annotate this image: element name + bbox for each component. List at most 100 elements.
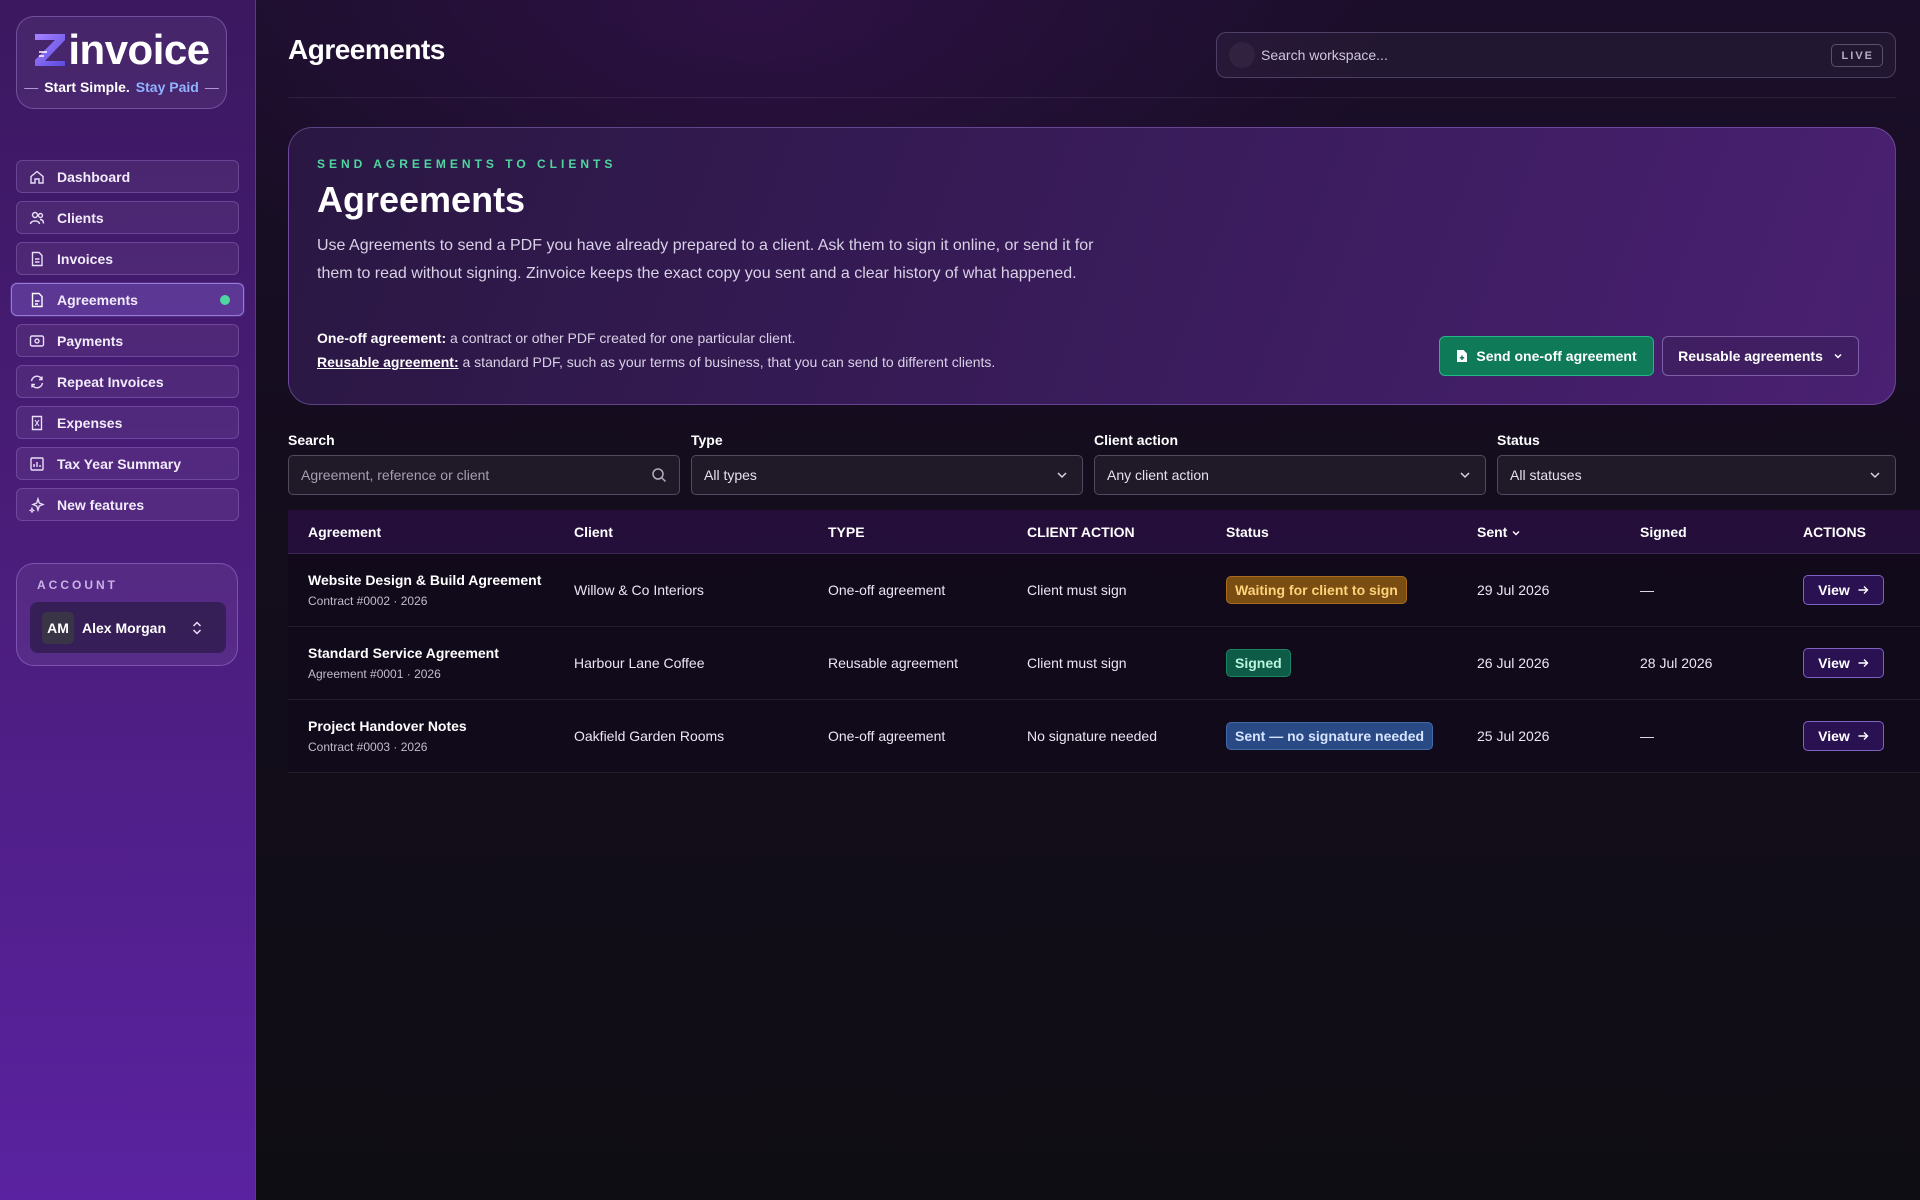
type-select[interactable]: All types: [691, 455, 1083, 495]
brand-card[interactable]: invoice — Start Simple. Stay Paid —: [16, 16, 227, 109]
sidebar-item-tax-year-summary[interactable]: Tax Year Summary: [16, 447, 239, 480]
home-icon: [30, 170, 44, 184]
status-badge: Sent — no signature needed: [1226, 722, 1434, 750]
status-cell: Waiting for client to sign: [1226, 576, 1477, 604]
sent-cell: 29 Jul 2026: [1477, 582, 1550, 598]
sidebar-item-dashboard[interactable]: Dashboard: [16, 160, 239, 193]
signed-cell: 28 Jul 2026: [1640, 655, 1713, 671]
chevron-down-icon: [1057, 472, 1067, 479]
agreement-cell: Project Handover Notes Contract #0003 · …: [308, 718, 467, 754]
document-icon: [31, 292, 43, 307]
active-indicator-dot: [220, 294, 230, 305]
sidebar-item-expenses[interactable]: Expenses: [16, 406, 239, 439]
filter-type: Type All types: [691, 432, 1083, 495]
receipt-icon: [31, 415, 43, 430]
arrow-right-icon: [1858, 586, 1869, 594]
live-badge: LIVE: [1830, 43, 1883, 67]
sidebar-item-payments[interactable]: Payments: [16, 324, 239, 357]
account-panel: ACCOUNT AM Alex Morgan: [16, 563, 238, 666]
status-badge: Waiting for client to sign: [1226, 576, 1407, 604]
brand-tagline: — Start Simple. Stay Paid —: [24, 79, 219, 95]
brand-logo: invoice: [17, 27, 226, 73]
sidebar-item-repeat-invoices[interactable]: Repeat Invoices: [16, 365, 239, 398]
wallet-icon: [29, 334, 45, 347]
chevron-down-icon: [1870, 472, 1880, 479]
client-action-select[interactable]: Any client action: [1094, 455, 1486, 495]
users-icon: [29, 211, 45, 224]
table-row[interactable]: Project Handover Notes Contract #0003 · …: [288, 700, 1920, 773]
col-sent[interactable]: Sent: [1477, 524, 1640, 540]
chevron-down-icon: [1834, 353, 1842, 359]
client-action-cell: No signature needed: [1027, 728, 1157, 744]
agreements-intro-card: SEND AGREEMENTS TO CLIENTS Agreements Us…: [288, 127, 1896, 405]
table-row[interactable]: Standard Service Agreement Agreement #00…: [288, 627, 1920, 700]
file-icon: [31, 251, 43, 266]
view-button[interactable]: View: [1803, 721, 1884, 751]
filter-status: Status All statuses: [1497, 432, 1896, 495]
filter-client-action: Client action Any client action: [1094, 432, 1486, 495]
col-status[interactable]: Status: [1226, 524, 1477, 540]
view-button[interactable]: View: [1803, 575, 1884, 605]
client-cell: Oakfield Garden Rooms: [574, 728, 725, 744]
sidebar-item-clients[interactable]: Clients: [16, 201, 239, 234]
agreement-search-field[interactable]: [288, 455, 680, 495]
sidebar-item-new-features[interactable]: New features: [16, 488, 239, 521]
col-client-action[interactable]: CLIENT ACTION: [1027, 524, 1226, 540]
client-action-cell: Client must sign: [1027, 582, 1127, 598]
send-one-off-agreement-button[interactable]: Send one-off agreement: [1439, 336, 1654, 376]
hero-title: Agreements: [317, 179, 526, 220]
filter-search: Search: [288, 432, 680, 495]
col-agreement[interactable]: Agreement: [288, 524, 574, 540]
chevron-up-down-icon: [192, 620, 202, 635]
brand-name: invoice: [68, 26, 210, 73]
sent-cell: 25 Jul 2026: [1477, 728, 1550, 744]
col-signed[interactable]: Signed: [1640, 524, 1803, 540]
client-action-cell: Client must sign: [1027, 655, 1127, 671]
workspace-search[interactable]: LIVE: [1216, 32, 1896, 78]
arrow-right-icon: [1858, 659, 1869, 667]
avatar: AM: [42, 611, 74, 644]
account-switcher[interactable]: AM Alex Morgan: [30, 602, 226, 653]
status-cell: Sent — no signature needed: [1226, 722, 1477, 750]
status-badge: Signed: [1226, 649, 1291, 677]
client-cell: Harbour Lane Coffee: [574, 655, 705, 671]
workspace-search-input[interactable]: [1261, 47, 1801, 63]
sparkle-icon: [29, 496, 45, 513]
type-cell: One-off agreement: [828, 728, 946, 744]
chart-icon: [30, 456, 44, 471]
col-type[interactable]: TYPE: [828, 524, 1027, 540]
type-cell: One-off agreement: [828, 582, 946, 598]
view-button[interactable]: View: [1803, 648, 1884, 678]
status-select[interactable]: All statuses: [1497, 455, 1896, 495]
sidebar-item-agreements[interactable]: Agreements: [11, 283, 244, 316]
sidebar-nav: Dashboard Clients Invoices Agreements Pa…: [11, 160, 244, 529]
app-root: invoice — Start Simple. Stay Paid — Dash…: [0, 0, 1920, 1200]
col-actions: ACTIONS: [1803, 523, 1866, 540]
repeat-icon: [30, 375, 44, 388]
page-title: Agreements: [288, 34, 445, 65]
actions-cell: View: [1803, 648, 1920, 678]
col-client[interactable]: Client: [574, 524, 828, 540]
search-icon: [652, 468, 667, 483]
sidebar: invoice — Start Simple. Stay Paid — Dash…: [0, 0, 256, 1200]
agreement-cell: Website Design & Build Agreement Contrac…: [308, 572, 542, 608]
status-cell: Signed: [1226, 649, 1477, 677]
reusable-agreements-button[interactable]: Reusable agreements: [1662, 336, 1859, 376]
account-label: ACCOUNT: [37, 578, 118, 592]
agreements-table: Agreement Client TYPE CLIENT ACTION Stat…: [288, 510, 1920, 773]
agreement-search-input[interactable]: [301, 467, 631, 483]
definition-reusable: Reusable agreement: a standard PDF, such…: [317, 354, 996, 370]
chevron-down-icon: [1460, 472, 1470, 479]
table-header: Agreement Client TYPE CLIENT ACTION Stat…: [288, 510, 1920, 554]
file-plus-icon: [1457, 350, 1468, 362]
definition-one-off: One-off agreement: a contract or other P…: [317, 330, 796, 346]
account-name: Alex Morgan: [82, 619, 167, 636]
table-row[interactable]: Website Design & Build Agreement Contrac…: [288, 554, 1920, 627]
sidebar-item-invoices[interactable]: Invoices: [16, 242, 239, 275]
hero-description: Use Agreements to send a PDF you have al…: [317, 237, 1094, 282]
agreement-cell: Standard Service Agreement Agreement #00…: [308, 645, 499, 681]
actions-cell: View: [1803, 721, 1920, 751]
signed-cell: —: [1640, 728, 1654, 744]
sort-down-icon: [1512, 530, 1520, 536]
hero-kicker: SEND AGREEMENTS TO CLIENTS: [317, 157, 617, 171]
